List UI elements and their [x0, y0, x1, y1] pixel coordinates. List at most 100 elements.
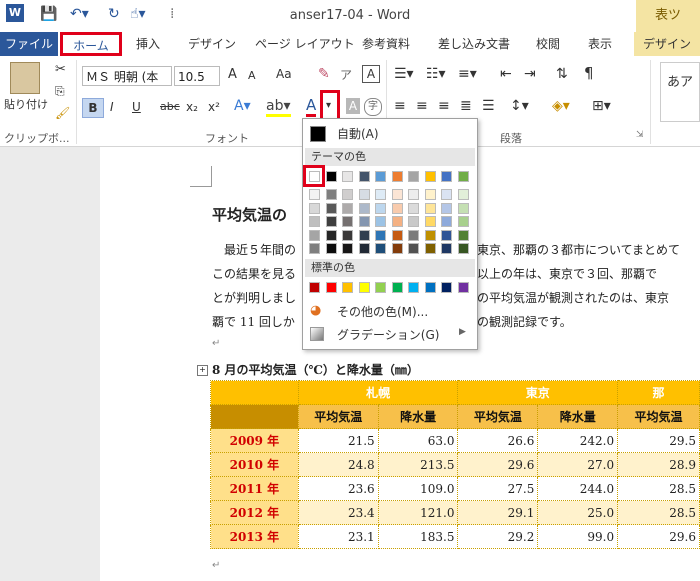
char-shading-icon[interactable]: A	[346, 98, 360, 114]
automatic-color-swatch[interactable]	[310, 126, 326, 142]
color-swatch[interactable]	[457, 216, 469, 227]
color-swatch[interactable]	[391, 202, 403, 214]
more-colors-option[interactable]: その他の色(M)...	[337, 303, 428, 320]
decrease-indent-icon[interactable]: ⇤	[500, 66, 512, 82]
color-swatch[interactable]	[342, 189, 353, 200]
color-swatch[interactable]	[457, 243, 469, 254]
tab-table-design[interactable]: デザイン	[634, 32, 700, 56]
tab-file[interactable]: ファイル	[0, 32, 58, 56]
color-swatch[interactable]	[325, 229, 337, 241]
font-color-icon[interactable]: A	[306, 96, 317, 117]
color-swatch[interactable]	[309, 189, 320, 200]
color-swatch[interactable]	[408, 282, 419, 293]
color-swatch[interactable]	[391, 282, 403, 293]
paste-icon[interactable]	[10, 62, 40, 94]
color-swatch[interactable]	[358, 202, 370, 214]
style-preview[interactable]: あア	[660, 62, 700, 122]
tab-review[interactable]: 校閲	[536, 35, 560, 52]
color-swatch[interactable]	[457, 171, 469, 182]
tab-view[interactable]: 表示	[588, 35, 612, 52]
color-swatch[interactable]	[325, 216, 337, 227]
color-swatch[interactable]	[342, 229, 353, 241]
font-name-combo[interactable]: ＭＳ 明朝 (本	[82, 66, 172, 86]
borders-icon[interactable]: ⊞▾	[592, 98, 611, 114]
subscript-button[interactable]: x₂	[186, 100, 198, 114]
color-swatch[interactable]	[441, 229, 452, 241]
copy-icon[interactable]: ⎘	[55, 84, 65, 99]
shrink-font-button[interactable]: A	[248, 69, 256, 82]
color-swatch[interactable]	[375, 282, 386, 293]
color-swatch[interactable]	[375, 229, 386, 241]
superscript-button[interactable]: x²	[208, 100, 220, 114]
color-swatch[interactable]	[424, 202, 436, 214]
color-swatch[interactable]	[309, 216, 320, 227]
shading-icon[interactable]: ◈▾	[552, 98, 570, 114]
color-swatch[interactable]	[408, 243, 419, 254]
color-swatch[interactable]	[375, 171, 386, 182]
color-swatch[interactable]	[408, 216, 419, 227]
color-swatch[interactable]	[342, 216, 353, 227]
gradient-option[interactable]: グラデーション(G)	[337, 326, 439, 343]
tab-references[interactable]: 参考資料	[362, 35, 410, 52]
color-swatch[interactable]	[325, 171, 337, 182]
color-swatch[interactable]	[408, 229, 419, 241]
justify-icon[interactable]: ≣	[460, 98, 472, 114]
color-swatch[interactable]	[309, 282, 320, 293]
color-swatch[interactable]	[358, 282, 370, 293]
color-swatch[interactable]	[325, 189, 337, 200]
format-painter-icon[interactable]: 🖌	[55, 106, 70, 120]
color-swatch[interactable]	[408, 202, 419, 214]
automatic-color-option[interactable]: 自動(A)	[337, 125, 379, 142]
paragraph-dialog-launcher-icon[interactable]: ⇲	[636, 130, 644, 140]
color-swatch[interactable]	[342, 171, 353, 182]
tab-design[interactable]: デザイン	[188, 35, 236, 52]
color-swatch[interactable]	[358, 216, 370, 227]
color-swatch[interactable]	[441, 282, 452, 293]
color-swatch[interactable]	[391, 243, 403, 254]
color-swatch[interactable]	[391, 171, 403, 182]
color-swatch[interactable]	[358, 243, 370, 254]
color-swatch[interactable]	[358, 171, 370, 182]
bullets-icon[interactable]: ☰▾	[394, 66, 414, 82]
align-right-icon[interactable]: ≡	[438, 98, 450, 114]
color-swatch[interactable]	[457, 229, 469, 241]
tab-page-layout[interactable]: ページ レイアウト	[255, 35, 355, 52]
tab-home[interactable]: ホーム	[60, 32, 122, 56]
sort-icon[interactable]: ⇅	[556, 66, 568, 82]
numbering-icon[interactable]: ☷▾	[426, 66, 446, 82]
tab-mailings[interactable]: 差し込み文書	[438, 35, 510, 52]
color-swatch[interactable]	[375, 216, 386, 227]
color-swatch[interactable]	[342, 202, 353, 214]
paste-button-label[interactable]: 貼り付け	[4, 96, 48, 112]
grow-font-button[interactable]: A	[228, 67, 237, 82]
color-swatch[interactable]	[408, 171, 419, 182]
color-swatch[interactable]	[342, 243, 353, 254]
color-swatch[interactable]	[309, 202, 320, 214]
enclosed-char-icon[interactable]: 字	[364, 98, 382, 116]
multilevel-list-icon[interactable]: ≡▾	[458, 66, 477, 82]
align-center-icon[interactable]: ≡	[416, 98, 428, 114]
color-swatch[interactable]	[391, 216, 403, 227]
color-swatch[interactable]	[441, 189, 452, 200]
color-swatch[interactable]	[375, 189, 386, 200]
clear-formatting-icon[interactable]: ✎	[318, 66, 330, 82]
strikethrough-button[interactable]: abc	[160, 100, 180, 113]
color-swatch[interactable]	[309, 229, 320, 241]
color-swatch[interactable]	[309, 243, 320, 254]
highlight-icon[interactable]: ab▾	[266, 98, 291, 117]
color-swatch[interactable]	[441, 171, 452, 182]
table-move-handle-icon[interactable]: +	[197, 365, 208, 376]
increase-indent-icon[interactable]: ⇥	[524, 66, 536, 82]
color-swatch[interactable]	[342, 282, 353, 293]
bold-button[interactable]: B	[82, 98, 104, 118]
color-swatch[interactable]	[457, 202, 469, 214]
color-swatch[interactable]	[441, 202, 452, 214]
color-swatch[interactable]	[457, 282, 469, 293]
color-swatch[interactable]	[424, 216, 436, 227]
color-swatch[interactable]	[424, 282, 436, 293]
color-swatch[interactable]	[424, 171, 436, 182]
color-swatch[interactable]	[441, 216, 452, 227]
color-swatch[interactable]	[375, 243, 386, 254]
color-swatch[interactable]	[391, 229, 403, 241]
cut-icon[interactable]: ✂	[55, 62, 66, 77]
